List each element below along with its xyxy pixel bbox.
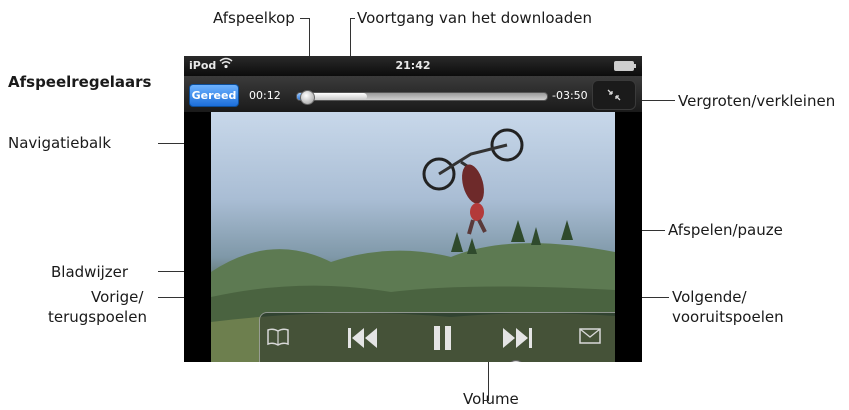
playhead-knob[interactable] <box>300 90 315 105</box>
scrubber-bar[interactable] <box>296 90 548 105</box>
callout-scrubber: Navigatiebalk <box>8 134 112 152</box>
clock: 21:42 <box>395 59 431 72</box>
done-button[interactable]: Gereed <box>189 84 239 107</box>
ipod-screen: iPod 21:42 Gereed 00:12 -03:50 <box>184 56 642 362</box>
video-frame[interactable] <box>211 112 615 362</box>
status-bar: iPod 21:42 <box>184 56 642 76</box>
player-top-bar: Gereed 00:12 -03:50 <box>184 76 642 112</box>
callout-previous-1: Vorige/ <box>91 288 144 306</box>
leader-volume-h <box>484 400 489 401</box>
page-title: Afspeelregelaars <box>8 73 152 91</box>
zoom-icon <box>607 89 621 101</box>
callout-next-2: vooruitspoelen <box>672 308 784 326</box>
callout-next-1: Volgende/ <box>672 288 747 306</box>
callout-bookmark: Bladwijzer <box>51 263 129 281</box>
volume-knob[interactable] <box>506 360 525 362</box>
callout-zoom: Vergroten/verkleinen <box>678 92 836 110</box>
callout-volume: Volume <box>463 390 519 408</box>
callout-download-progress: Voortgang van het downloaden <box>357 9 593 27</box>
battery-icon <box>614 61 636 71</box>
playback-controls <box>259 312 615 362</box>
callout-play-pause: Afspelen/pauze <box>668 221 783 239</box>
zoom-button[interactable] <box>592 80 636 110</box>
remaining-time: -03:50 <box>552 89 588 102</box>
callout-previous-2: terugspoelen <box>48 308 147 326</box>
leader-playhead-h <box>300 18 309 19</box>
callout-playhead: Afspeelkop <box>213 9 295 27</box>
elapsed-time: 00:12 <box>249 89 281 102</box>
